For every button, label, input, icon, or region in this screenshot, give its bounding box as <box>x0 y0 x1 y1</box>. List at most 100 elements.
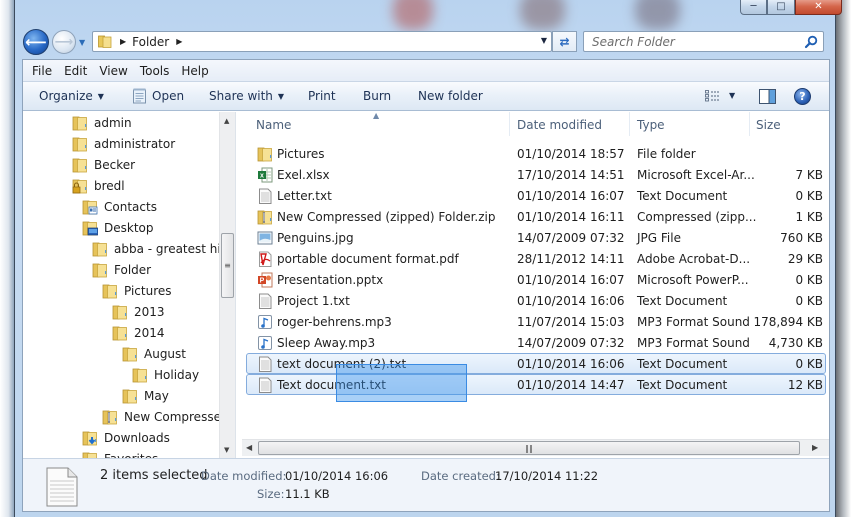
file-row[interactable]: text document (2).txt 01/10/2014 16:06 Tex… <box>246 353 826 374</box>
breadcrumb-arrow-icon[interactable]: ▶ <box>120 37 126 46</box>
scroll-down-arrow-icon[interactable]: ▼ <box>224 446 229 454</box>
sort-ascending-icon: ▲ <box>373 112 380 120</box>
column-header-size[interactable]: Size <box>756 118 781 132</box>
nav-tree-item[interactable]: 2014 <box>112 322 165 343</box>
menu-file[interactable]: File <box>26 64 58 78</box>
column-divider[interactable] <box>749 112 750 136</box>
nav-tree-item[interactable]: administrator <box>72 133 175 154</box>
refresh-button[interactable]: ⇄ <box>552 31 577 52</box>
menu-help[interactable]: Help <box>175 64 214 78</box>
pane-splitter[interactable] <box>235 112 241 458</box>
scrollbar-thumb[interactable]: ‖‖ <box>258 441 800 455</box>
folder-icon <box>257 147 272 162</box>
maximize-button[interactable]: □ <box>767 0 795 15</box>
column-header-date-modified[interactable]: Date modified <box>517 118 602 132</box>
close-icon: ✕ <box>814 1 823 12</box>
nav-tree-item-label: Becker <box>94 157 136 172</box>
help-button[interactable]: ? <box>794 88 811 105</box>
print-button[interactable]: Print <box>308 89 336 103</box>
file-size: 29 KB <box>787 252 823 266</box>
nav-tree-item[interactable]: bredl <box>72 175 125 196</box>
nav-tree-item[interactable]: Downloads <box>82 427 170 448</box>
scroll-right-arrow-icon[interactable]: ▶ <box>812 443 818 452</box>
file-name: roger-behrens.mp3 <box>277 315 392 329</box>
nav-tree-item-label: May <box>144 388 169 403</box>
file-list-horizontal-scrollbar[interactable]: ◀ ‖‖ ▶ <box>242 439 829 456</box>
change-view-icon[interactable] <box>705 90 721 102</box>
open-button[interactable]: Open <box>132 88 184 104</box>
new-folder-label: New folder <box>418 89 483 103</box>
breadcrumb-arrow-icon[interactable]: ▶ <box>176 37 182 46</box>
search-input[interactable] <box>592 34 792 49</box>
nav-tree-item[interactable]: admin <box>72 112 132 133</box>
file-row[interactable]: roger-behrens.mp3 11/07/2014 15:03 MP3 For… <box>246 311 826 332</box>
file-row[interactable]: Penguins.jpg 14/07/2009 07:32 JPG File 760 … <box>246 227 826 248</box>
nav-tree-item[interactable]: Folder <box>92 259 151 280</box>
new-folder-button[interactable]: New folder <box>418 89 483 103</box>
preview-pane-icon[interactable] <box>759 89 776 104</box>
organize-label: Organize <box>39 89 93 103</box>
file-date-modified: 01/10/2014 16:06 <box>517 294 625 308</box>
folder-icon <box>92 263 107 277</box>
nav-tree-item[interactable]: 2013 <box>112 301 165 322</box>
recent-pages-dropdown[interactable]: ▼ <box>79 38 89 47</box>
file-row[interactable]: x Exel.xlsx 17/10/2014 14:51 Microsoft Exce… <box>246 164 826 185</box>
file-row[interactable]: portable document format.pdf 28/11/2012 1… <box>246 248 826 269</box>
file-row[interactable]: Text document.txt 01/10/2014 14:47 Text Do… <box>246 374 826 395</box>
search-icon[interactable] <box>804 35 818 49</box>
search-box[interactable] <box>583 31 824 52</box>
nav-tree-item-label: Desktop <box>104 220 154 235</box>
forward-button[interactable]: ⟶ <box>52 30 76 54</box>
burn-button[interactable]: Burn <box>363 89 391 103</box>
address-bar[interactable]: ▶ Folder ▶ ▼ <box>92 31 552 52</box>
background-blur <box>520 0 565 30</box>
organize-button[interactable]: Organize ▼ <box>39 89 104 103</box>
column-header-name[interactable]: Name <box>256 118 291 132</box>
nav-tree-item[interactable]: May <box>122 385 169 406</box>
file-name: Letter.txt <box>277 189 332 203</box>
nav-tree-item[interactable]: Contacts <box>82 196 157 217</box>
nav-tree-item[interactable]: Desktop <box>82 217 154 238</box>
nav-tree-item[interactable]: August <box>122 343 186 364</box>
menu-view[interactable]: View <box>93 64 133 78</box>
column-divider[interactable] <box>509 112 510 136</box>
nav-tree-item[interactable]: Holiday <box>132 364 199 385</box>
address-history-dropdown[interactable]: ▼ <box>541 36 547 45</box>
file-row[interactable]: Pictures 01/10/2014 18:57 File folder <box>246 143 826 164</box>
nav-tree-item[interactable]: Favorites <box>82 448 158 458</box>
text-file-icon <box>46 467 78 507</box>
file-date-modified: 01/10/2014 16:11 <box>517 210 625 224</box>
view-options-dropdown[interactable]: ▼ <box>729 91 735 100</box>
nav-tree-item[interactable]: abba - greatest hits <box>92 238 232 259</box>
powerpoint-file-icon: P <box>258 272 273 288</box>
folder-icon <box>102 284 117 298</box>
nav-tree-item-label: Downloads <box>104 430 170 445</box>
file-name: Pictures <box>277 147 325 161</box>
scroll-left-arrow-icon[interactable]: ◀ <box>246 443 252 452</box>
chevron-down-icon: ▼ <box>277 91 285 101</box>
file-row[interactable]: New Compressed (zipped) Folder.zip 01/10/… <box>246 206 826 227</box>
file-date-modified: 01/10/2014 18:57 <box>517 147 625 161</box>
file-row[interactable]: Project 1.txt 01/10/2014 16:06 Text Docume… <box>246 290 826 311</box>
file-row[interactable]: P Presentation.pptx 01/10/2014 16:07 Micros… <box>246 269 826 290</box>
scroll-up-arrow-icon[interactable]: ▲ <box>224 117 229 125</box>
file-row[interactable]: Sleep Away.mp3 14/07/2009 07:32 MP3 Format… <box>246 332 826 353</box>
menu-edit[interactable]: Edit <box>58 64 93 78</box>
share-with-button[interactable]: Share with ▼ <box>209 89 284 103</box>
column-header-type[interactable]: Type <box>637 118 665 132</box>
menu-tools[interactable]: Tools <box>134 64 176 78</box>
minimize-button[interactable]: ─ <box>740 0 767 15</box>
back-button[interactable]: ⟵ <box>23 29 49 55</box>
menu-bar: File Edit View Tools Help <box>23 60 829 82</box>
minimize-icon: ─ <box>750 1 757 12</box>
svg-text:x: x <box>260 173 264 180</box>
nav-tree-item[interactable]: Pictures <box>102 280 172 301</box>
nav-tree-item[interactable]: Becker <box>72 154 135 175</box>
breadcrumb-folder[interactable]: Folder <box>132 35 169 49</box>
close-button[interactable]: ✕ <box>795 0 842 15</box>
nav-tree-item[interactable]: New Compressed <box>102 406 229 427</box>
file-row[interactable]: Letter.txt 01/10/2014 16:07 Text Document 0… <box>246 185 826 206</box>
navigation-pane-scrollbar[interactable]: ▲ ≡ ▼ <box>219 112 235 458</box>
column-divider[interactable] <box>629 112 630 136</box>
scrollbar-thumb[interactable]: ≡ <box>221 233 234 298</box>
